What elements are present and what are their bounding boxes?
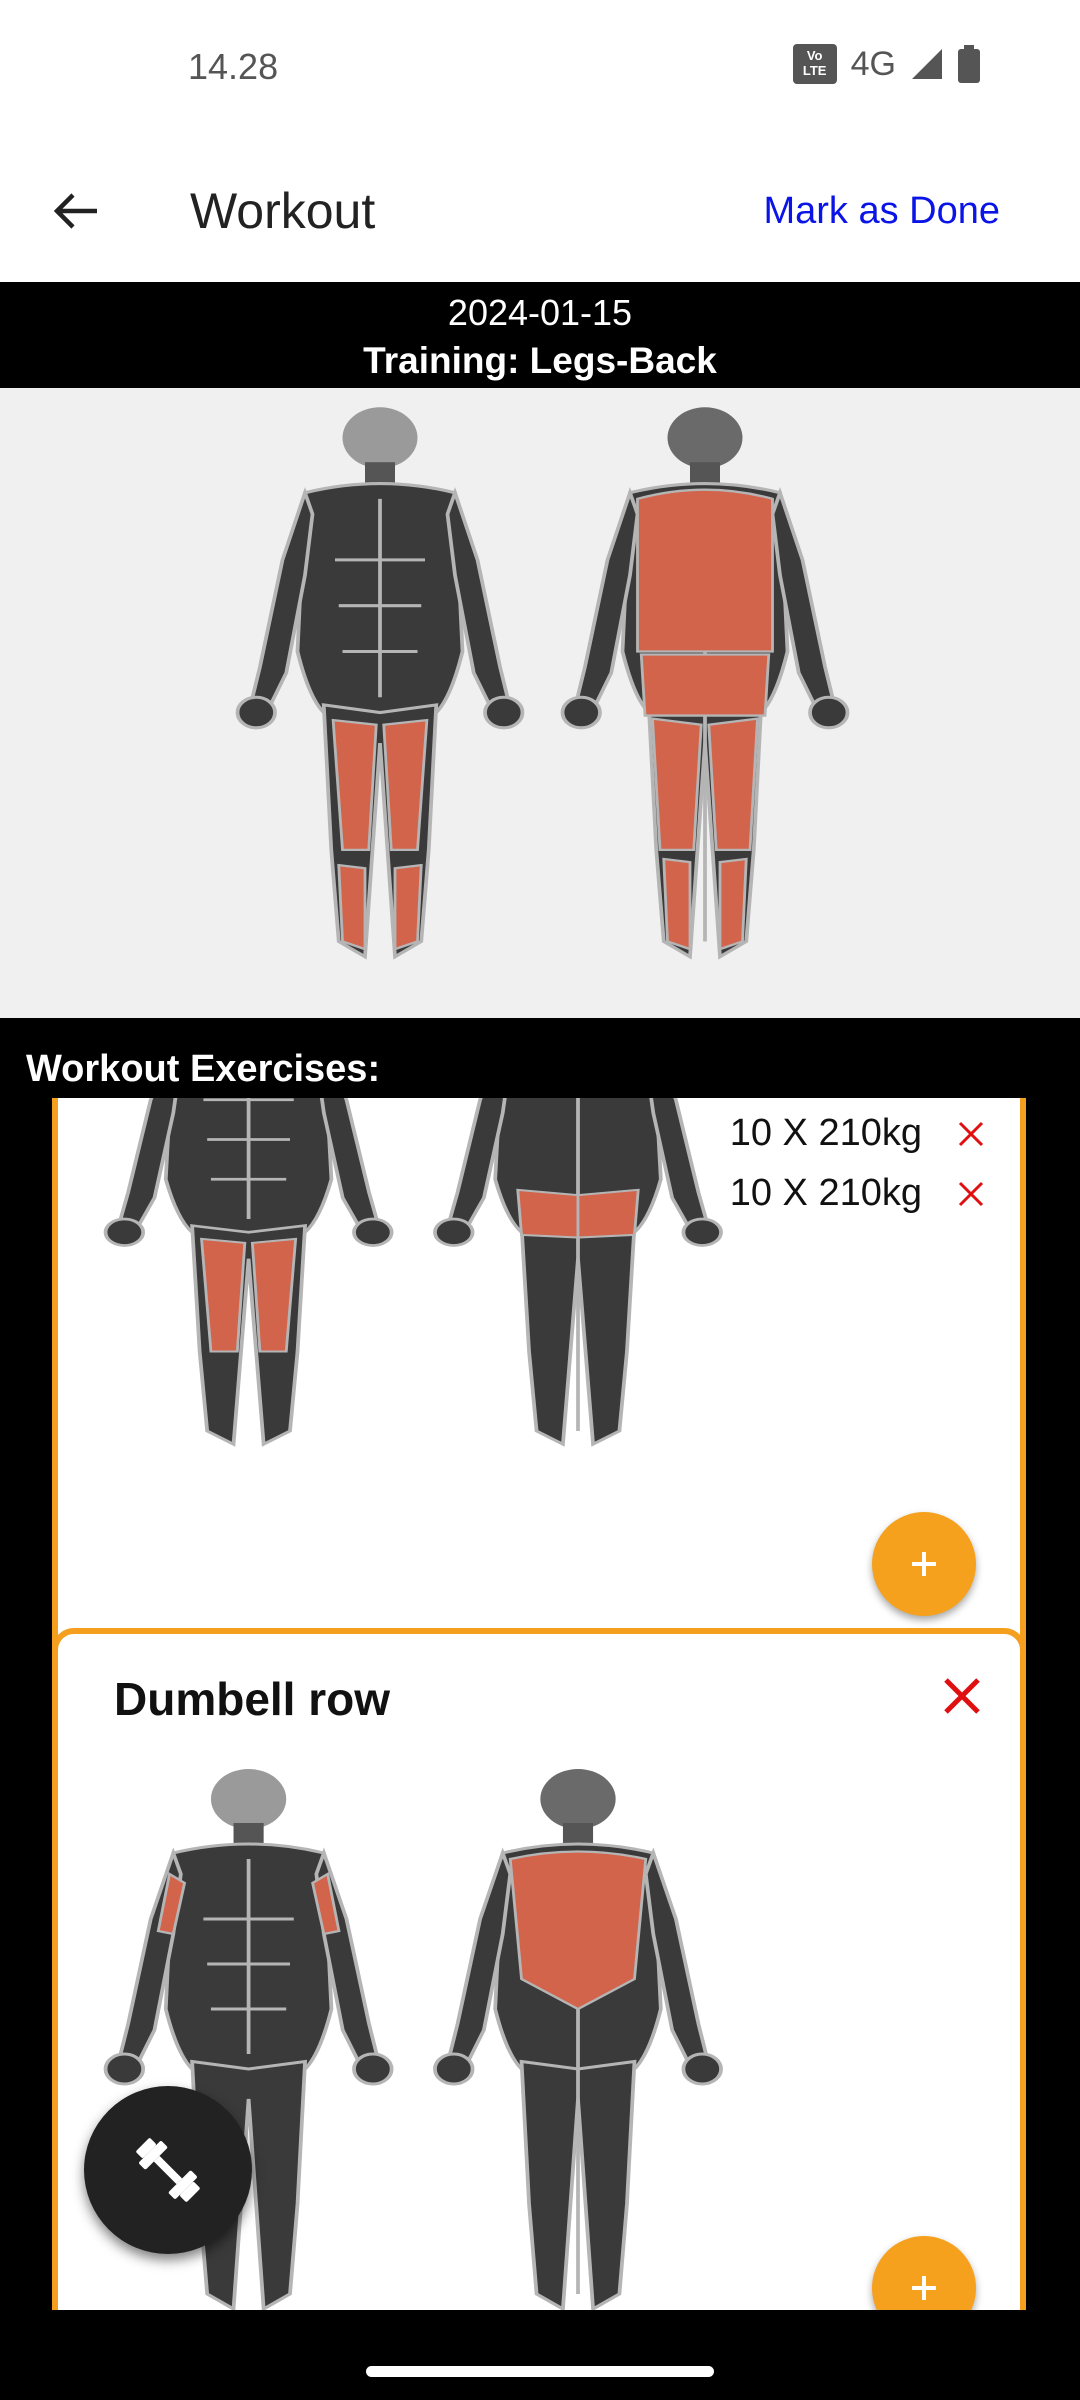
plus-icon <box>912 1552 936 1576</box>
page-title: Workout <box>190 183 376 239</box>
status-icons: Vo LTE 4G <box>792 44 980 84</box>
muscle-map-back <box>560 405 850 959</box>
signal-icon <box>912 49 942 79</box>
training-name: Training: Legs-Back <box>363 340 717 381</box>
arrow-left-icon <box>53 193 97 229</box>
plus-icon <box>912 2276 936 2300</box>
status-time: 14.28 <box>188 46 279 87</box>
set-label: 10 X 210kg <box>729 1172 922 1214</box>
exercise-muscle-map <box>103 1098 723 1447</box>
workout-date: 2024-01-15 <box>447 292 633 333</box>
status-bar: 14.28 Vo LTE 4G <box>0 0 1080 140</box>
app-bar: Workout Mark as Done <box>0 140 1080 282</box>
network-type: 4G <box>850 44 896 83</box>
mark-as-done-button[interactable]: Mark as Done <box>763 190 1000 233</box>
add-set-button[interactable] <box>872 2236 976 2310</box>
remove-exercise-icon[interactable] <box>936 1670 988 1722</box>
volte-icon: Vo LTE <box>792 44 837 84</box>
exercise-card: 10 X 210kg 10 X 210kg <box>52 1098 1026 1674</box>
dumbbell-icon <box>136 2138 200 2202</box>
add-exercise-fab[interactable] <box>84 2086 252 2254</box>
set-label: 10 X 210kg <box>729 1112 922 1154</box>
add-set-button[interactable] <box>872 1512 976 1616</box>
remove-set-icon[interactable] <box>956 1179 986 1209</box>
back-button[interactable] <box>40 176 110 246</box>
muscle-overview <box>0 388 1080 1018</box>
navigation-bar <box>0 2310 1080 2400</box>
battery-icon <box>958 45 980 83</box>
exercise-name: Dumbell row <box>114 1673 391 1725</box>
set-row: 10 X 210kg <box>730 1172 986 1215</box>
set-row: 10 X 210kg <box>730 1112 986 1155</box>
remove-set-icon[interactable] <box>956 1119 986 1149</box>
muscle-map-front <box>235 405 525 959</box>
home-indicator[interactable] <box>366 2366 714 2377</box>
exercises-section-title: Workout Exercises: <box>26 1048 381 1090</box>
workout-header: 2024-01-15 Training: Legs-Back <box>0 282 1080 388</box>
